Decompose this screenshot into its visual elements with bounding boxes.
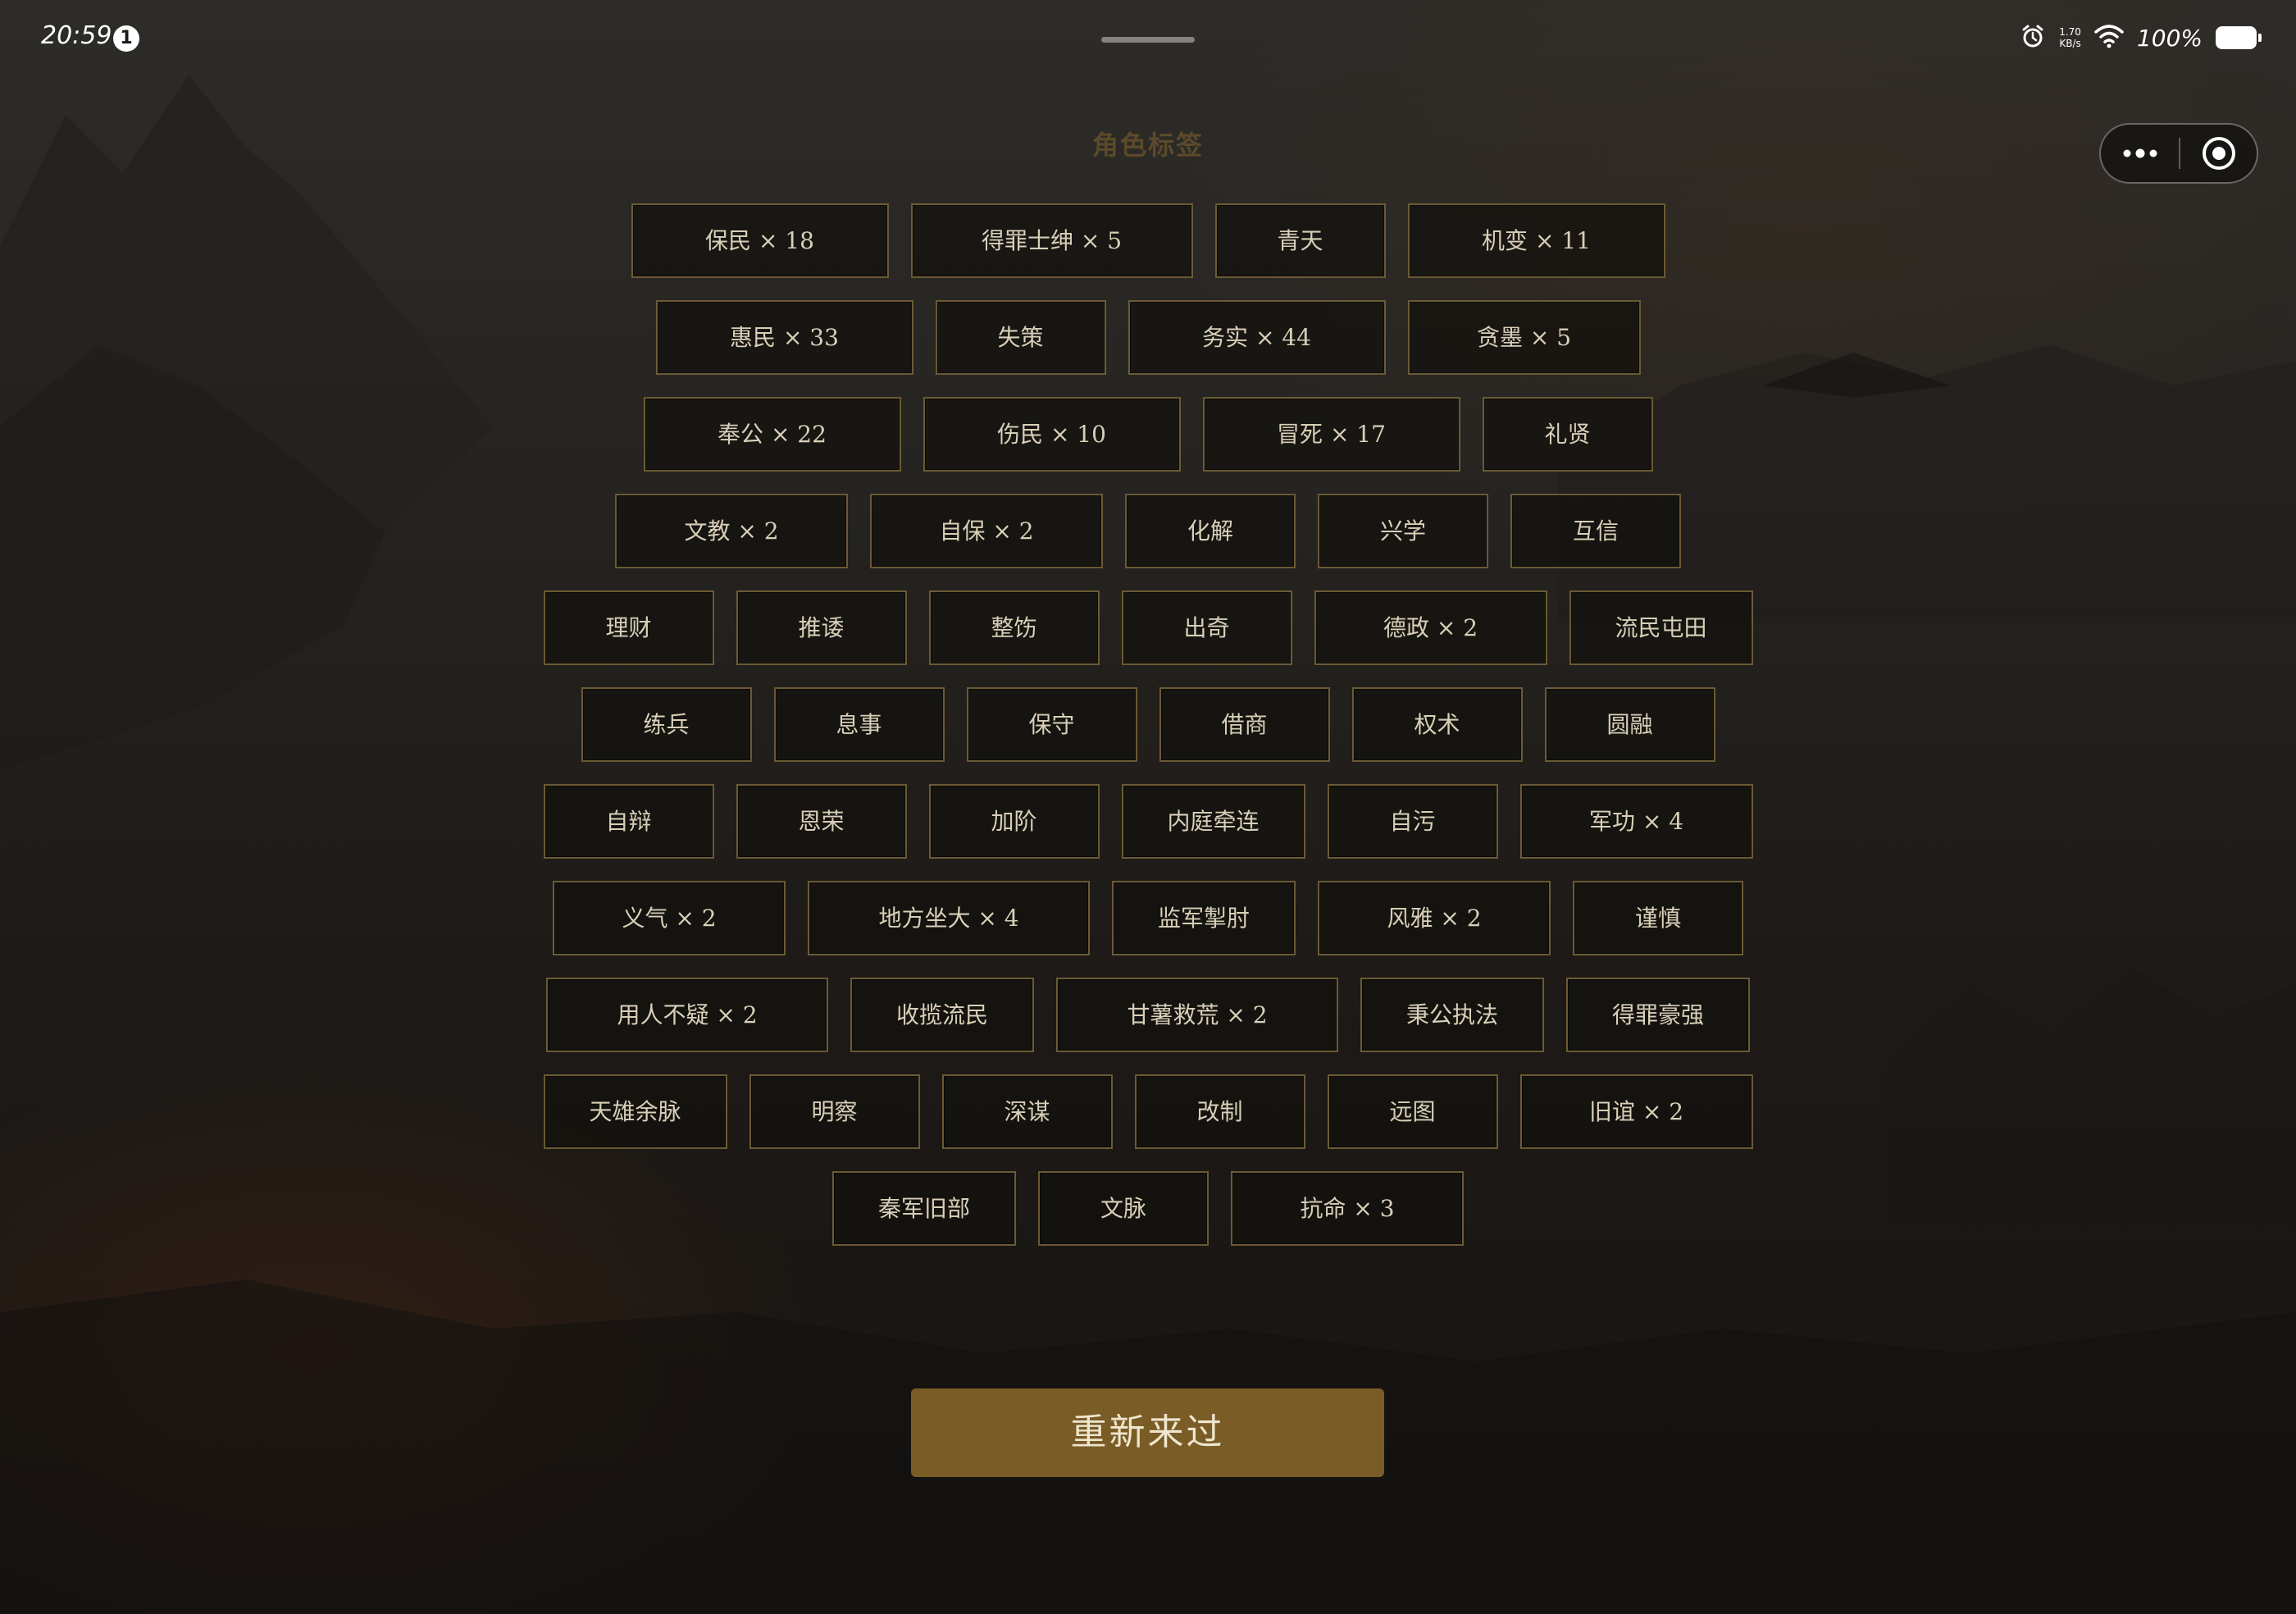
tag[interactable]: 甘薯救荒 × 2	[1056, 978, 1338, 1052]
status-bar: 20:59 1 1.70 KB/s 100%	[0, 0, 2296, 79]
notification-badge: 1	[113, 25, 139, 52]
tag[interactable]: 整饬	[928, 590, 1100, 665]
tag[interactable]: 监军掣肘	[1112, 881, 1296, 955]
tag[interactable]: 天雄余脉	[543, 1074, 727, 1149]
tag[interactable]: 远图	[1327, 1074, 1498, 1149]
tag[interactable]: 青天	[1214, 203, 1386, 278]
tag[interactable]: 得罪士绅 × 5	[910, 203, 1193, 278]
tag[interactable]: 旧谊 × 2	[1519, 1074, 1753, 1149]
tag-row: 保民 × 18 得罪士绅 × 5 青天 机变 × 11	[0, 203, 2296, 278]
tag[interactable]: 奉公 × 22	[643, 397, 901, 472]
net-speed-unit: KB/s	[2059, 38, 2081, 49]
alarm-icon	[2020, 23, 2046, 52]
tag-row: 文教 × 2 自保 × 2 化解 兴学 互信	[0, 494, 2296, 568]
tag[interactable]: 权术	[1351, 687, 1523, 762]
tag[interactable]: 自污	[1327, 784, 1498, 859]
tag[interactable]: 军功 × 4	[1519, 784, 1753, 859]
tag[interactable]: 礼贤	[1482, 397, 1653, 472]
tag[interactable]: 自辩	[543, 784, 714, 859]
tag-row: 用人不疑 × 2 收揽流民 甘薯救荒 × 2 秉公执法 得罪豪强	[0, 978, 2296, 1052]
tag[interactable]: 义气 × 2	[553, 881, 786, 955]
tag[interactable]: 理财	[543, 590, 714, 665]
tag[interactable]: 深谋	[941, 1074, 1113, 1149]
tag[interactable]: 保民 × 18	[631, 203, 889, 278]
tag[interactable]: 得罪豪强	[1566, 978, 1750, 1052]
tag[interactable]: 惠民 × 33	[655, 300, 913, 375]
tag[interactable]: 改制	[1134, 1074, 1305, 1149]
tag-row: 义气 × 2 地方坐大 × 4 监军掣肘 风雅 × 2 谨慎	[0, 881, 2296, 955]
tag-row: 秦军旧部 文脉 抗命 × 3	[0, 1171, 2296, 1246]
battery-percent: 100%	[2136, 24, 2203, 52]
tag[interactable]: 收揽流民	[850, 978, 1034, 1052]
restart-button[interactable]: 重新来过	[911, 1388, 1384, 1477]
tag[interactable]: 伤民 × 10	[922, 397, 1181, 472]
tag[interactable]: 贪墨 × 5	[1407, 300, 1641, 375]
tag-row: 奉公 × 22 伤民 × 10 冒死 × 17 礼贤	[0, 397, 2296, 472]
tag[interactable]: 冒死 × 17	[1202, 397, 1460, 472]
tag[interactable]: 推诿	[736, 590, 907, 665]
tag[interactable]: 文教 × 2	[615, 494, 848, 568]
tag[interactable]: 借商	[1159, 687, 1330, 762]
tag[interactable]: 圆融	[1544, 687, 1715, 762]
pull-handle[interactable]	[1101, 37, 1195, 43]
tag[interactable]: 加阶	[928, 784, 1100, 859]
tag[interactable]: 自保 × 2	[870, 494, 1103, 568]
tag[interactable]: 流民屯田	[1569, 590, 1753, 665]
tag[interactable]: 抗命 × 3	[1231, 1171, 1464, 1246]
tag[interactable]: 保守	[966, 687, 1137, 762]
tag[interactable]: 秉公执法	[1360, 978, 1544, 1052]
battery-icon	[2216, 26, 2262, 49]
tag[interactable]: 内庭牵连	[1121, 784, 1305, 859]
net-speed-value: 1.70	[2059, 26, 2081, 38]
role-tags: 保民 × 18 得罪士绅 × 5 青天 机变 × 11 惠民 × 33 失策 务…	[0, 203, 2296, 1268]
tag-row: 自辩 恩荣 加阶 内庭牵连 自污 军功 × 4	[0, 784, 2296, 859]
tag[interactable]: 文脉	[1038, 1171, 1209, 1246]
tag[interactable]: 息事	[773, 687, 945, 762]
tag[interactable]: 失策	[935, 300, 1106, 375]
tag[interactable]: 化解	[1125, 494, 1296, 568]
tag[interactable]: 秦军旧部	[832, 1171, 1016, 1246]
tag[interactable]: 务实 × 44	[1128, 300, 1386, 375]
tag-row: 天雄余脉 明察 深谋 改制 远图 旧谊 × 2	[0, 1074, 2296, 1149]
page-title: 角色标签	[1091, 130, 1204, 161]
tag-row: 理财 推诿 整饬 出奇 德政 × 2 流民屯田	[0, 590, 2296, 665]
tag[interactable]: 用人不疑 × 2	[546, 978, 828, 1052]
tag[interactable]: 明察	[749, 1074, 920, 1149]
tag[interactable]: 互信	[1510, 494, 1681, 568]
wifi-icon	[2094, 24, 2124, 52]
tag-row: 练兵 息事 保守 借商 权术 圆融	[0, 687, 2296, 762]
tag[interactable]: 地方坐大 × 4	[808, 881, 1090, 955]
status-indicators: 1.70 KB/s 100%	[2020, 23, 2262, 52]
tag[interactable]: 谨慎	[1573, 881, 1743, 955]
tag[interactable]: 德政 × 2	[1314, 590, 1547, 665]
tag[interactable]: 练兵	[581, 687, 752, 762]
tag[interactable]: 风雅 × 2	[1318, 881, 1551, 955]
status-time: 20:59	[41, 21, 112, 50]
tag[interactable]: 兴学	[1318, 494, 1488, 568]
tag[interactable]: 出奇	[1121, 590, 1292, 665]
net-speed: 1.70 KB/s	[2059, 26, 2081, 49]
tag-row: 惠民 × 33 失策 务实 × 44 贪墨 × 5	[0, 300, 2296, 375]
tag[interactable]: 恩荣	[736, 784, 907, 859]
tag[interactable]: 机变 × 11	[1407, 203, 1665, 278]
